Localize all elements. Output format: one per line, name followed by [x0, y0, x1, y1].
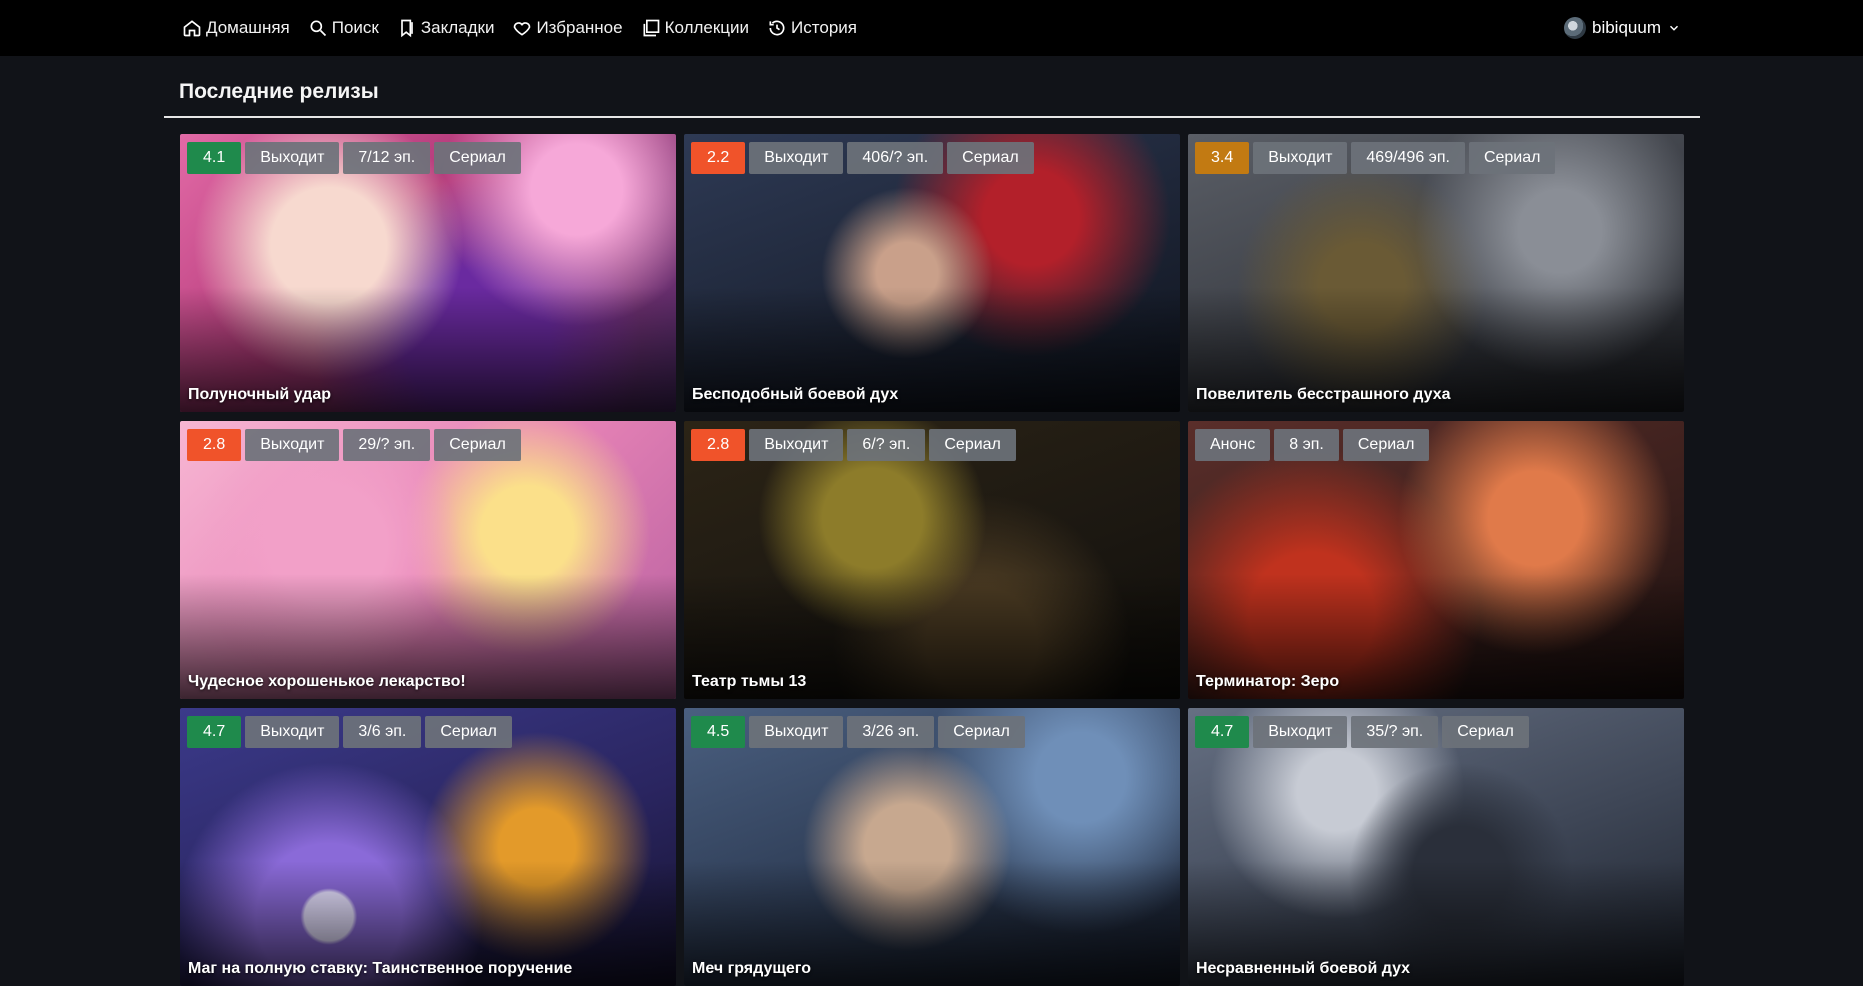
- status-badge: Выходит: [245, 716, 340, 748]
- nav-home[interactable]: Домашняя: [182, 18, 290, 38]
- status-badge: Выходит: [749, 429, 844, 461]
- episodes-badge: 7/12 эп.: [343, 142, 431, 174]
- history-icon: [769, 20, 785, 36]
- badge-row: 2.2 Выходит 406/? эп. Сериал: [691, 142, 1034, 174]
- type-badge: Сериал: [929, 429, 1016, 461]
- avatar: [1564, 17, 1586, 39]
- rating-badge: 2.2: [691, 142, 746, 174]
- user-menu[interactable]: bibiquum: [1564, 0, 1681, 56]
- nav-favorites-label: Избранное: [536, 18, 623, 37]
- release-title: Терминатор: Зеро: [1196, 673, 1340, 690]
- release-title: Театр тьмы 13: [692, 673, 807, 690]
- episodes-badge: 3/26 эп.: [847, 716, 935, 748]
- poster-shade: [1188, 708, 1684, 986]
- section-divider: [164, 116, 1700, 118]
- poster-shade: [1188, 421, 1684, 699]
- episodes-badge: 35/? эп.: [1351, 716, 1439, 748]
- status-badge: Выходит: [245, 429, 340, 461]
- badge-row: 4.1 Выходит 7/12 эп. Сериал: [187, 142, 521, 174]
- search-icon: [310, 20, 326, 37]
- collection-icon: [643, 19, 659, 37]
- poster-shade: [1188, 134, 1684, 412]
- badge-row: Анонс 8 эп. Сериал: [1195, 429, 1430, 461]
- release-grid: 4.1 Выходит 7/12 эп. Сериал Полуночный удар 2…: [180, 134, 1684, 986]
- release-title: Полуночный удар: [188, 386, 331, 403]
- type-badge: Сериал: [1468, 142, 1556, 174]
- release-card[interactable]: 3.4 Выходит 469/496 эп. Сериал Повелитель бе…: [1188, 134, 1684, 412]
- type-badge: Сериал: [1342, 429, 1430, 461]
- status-badge: Анонс: [1195, 429, 1271, 461]
- nav-bookmarks-label: Закладки: [420, 18, 495, 37]
- top-navigation-bar: Домашняя Поиск Закладки Избранное Коллек…: [0, 0, 1863, 56]
- status-badge: Выходит: [1253, 716, 1348, 748]
- release-card[interactable]: 4.7 Выходит 3/6 эп. Сериал Маг на полную ста…: [180, 708, 676, 986]
- release-title: Бесподобный боевой дух: [692, 386, 899, 403]
- chevron-down-icon: [1669, 25, 1679, 31]
- poster-shade: [180, 134, 676, 412]
- nav-search-label: Поиск: [331, 18, 379, 37]
- badge-row: 2.8 Выходит 29/? эп. Сериал: [187, 429, 521, 461]
- episodes-badge: 8 эп.: [1274, 429, 1339, 461]
- poster-shade: [180, 708, 676, 986]
- poster-shade: [684, 134, 1180, 412]
- badge-row: 4.7 Выходит 3/6 эп. Сериал: [187, 716, 512, 748]
- badge-row: 4.5 Выходит 3/26 эп. Сериал: [691, 716, 1025, 748]
- release-card[interactable]: 2.8 Выходит 29/? эп. Сериал Чудесное хорошен…: [180, 421, 676, 699]
- release-card[interactable]: 4.1 Выходит 7/12 эп. Сериал Полуночный удар: [180, 134, 676, 412]
- episodes-badge: 406/? эп.: [847, 142, 944, 174]
- bookmark-icon: [401, 19, 413, 38]
- release-card[interactable]: 4.5 Выходит 3/26 эп. Сериал Меч грядущего: [684, 708, 1180, 986]
- release-title: Меч грядущего: [692, 960, 811, 977]
- type-badge: Сериал: [434, 429, 521, 461]
- release-card[interactable]: 2.2 Выходит 406/? эп. Сериал Бесподобный бое…: [684, 134, 1180, 412]
- main-nav: Домашняя Поиск Закладки Избранное Коллек…: [182, 0, 857, 56]
- type-badge: Сериал: [434, 142, 521, 174]
- release-title: Маг на полную ставку: Таинственное поруч…: [188, 960, 573, 977]
- status-badge: Выходит: [1253, 142, 1348, 174]
- badge-row: 3.4 Выходит 469/496 эп. Сериал: [1195, 142, 1556, 174]
- status-badge: Выходит: [749, 142, 844, 174]
- badge-row: 2.8 Выходит 6/? эп. Сериал: [691, 429, 1016, 461]
- type-badge: Сериал: [938, 716, 1025, 748]
- nav-home-label: Домашняя: [206, 18, 290, 37]
- nav-collections[interactable]: Коллекции: [641, 18, 749, 38]
- poster-shade: [684, 421, 1180, 699]
- username: bibiquum: [1592, 18, 1661, 37]
- release-title: Повелитель бесстрашного духа: [1196, 386, 1451, 403]
- release-title: Несравненный боевой дух: [1196, 960, 1411, 977]
- episodes-badge: 3/6 эп.: [343, 716, 422, 748]
- episodes-badge: 469/496 эп.: [1351, 142, 1465, 174]
- poster-shade: [180, 421, 676, 699]
- badge-row: 4.7 Выходит 35/? эп. Сериал: [1195, 716, 1529, 748]
- rating-badge: 4.7: [187, 716, 242, 748]
- type-badge: Сериал: [1442, 716, 1529, 748]
- episodes-badge: 29/? эп.: [343, 429, 431, 461]
- type-badge: Сериал: [947, 142, 1034, 174]
- nav-history[interactable]: История: [767, 18, 857, 38]
- release-card[interactable]: 2.8 Выходит 6/? эп. Сериал Театр тьмы 13: [684, 421, 1180, 699]
- rating-badge: 2.8: [187, 429, 242, 461]
- type-badge: Сериал: [425, 716, 512, 748]
- home-icon: [183, 20, 201, 37]
- nav-collections-label: Коллекции: [664, 18, 750, 37]
- rating-badge: 4.5: [691, 716, 746, 748]
- section-title: Последние релизы: [179, 80, 379, 103]
- status-badge: Выходит: [245, 142, 340, 174]
- episodes-badge: 6/? эп.: [847, 429, 926, 461]
- rating-badge: 4.1: [187, 142, 242, 174]
- poster-shade: [684, 708, 1180, 986]
- nav-search[interactable]: Поиск: [308, 18, 379, 38]
- status-badge: Выходит: [749, 716, 844, 748]
- release-card[interactable]: Анонс 8 эп. Сериал Терминатор: Зеро: [1188, 421, 1684, 699]
- nav-bookmarks[interactable]: Закладки: [397, 18, 495, 38]
- release-card[interactable]: 4.7 Выходит 35/? эп. Сериал Несравненный бое…: [1188, 708, 1684, 986]
- rating-badge: 3.4: [1195, 142, 1250, 174]
- nav-history-label: История: [791, 18, 857, 37]
- rating-badge: 2.8: [691, 429, 746, 461]
- release-title: Чудесное хорошенькое лекарство!: [188, 673, 466, 690]
- nav-favorites[interactable]: Избранное: [512, 18, 623, 38]
- rating-badge: 4.7: [1195, 716, 1250, 748]
- heart-icon: [514, 22, 531, 36]
